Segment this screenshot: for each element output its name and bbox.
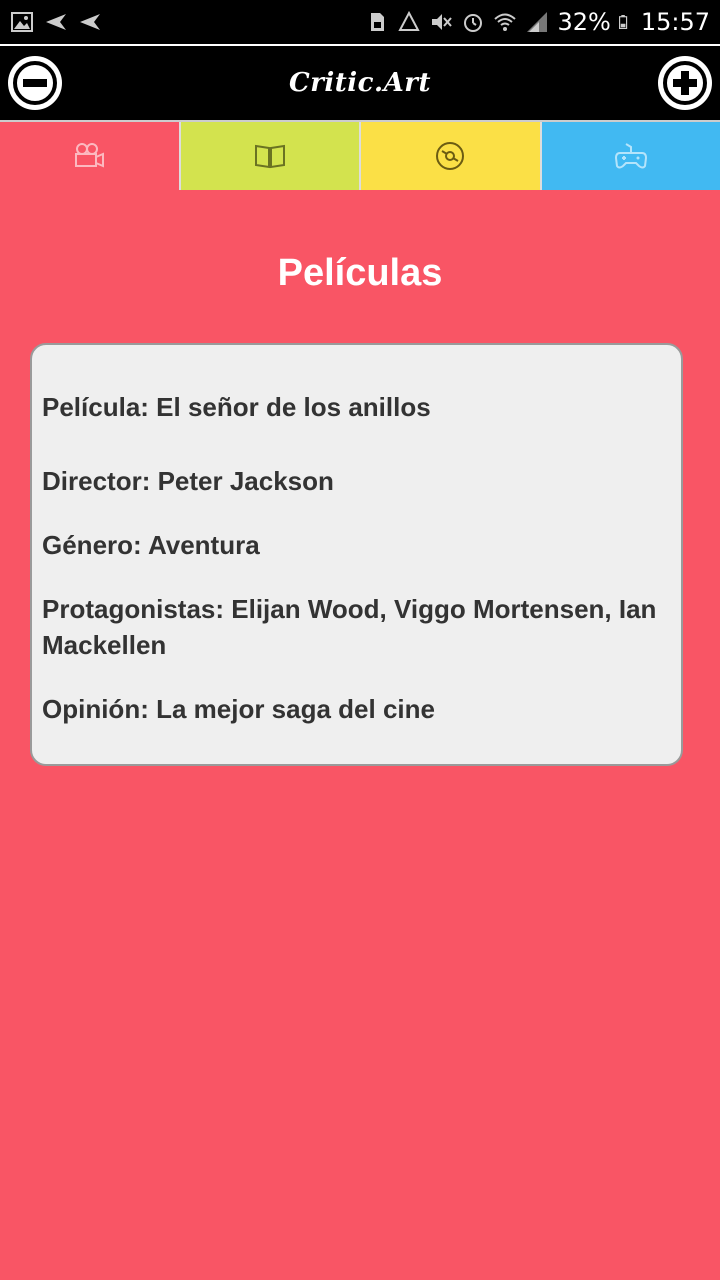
mute-icon <box>432 14 453 30</box>
recycle-icon <box>398 10 421 31</box>
status-right: 32% 15:57 <box>365 8 710 36</box>
plus-circle-icon <box>662 61 707 105</box>
remove-button[interactable] <box>8 56 62 110</box>
tab-music[interactable] <box>361 122 542 190</box>
review-card: Película: El señor de los anillos Direct… <box>30 343 683 766</box>
tab-games[interactable] <box>541 122 720 190</box>
wifi-icon <box>494 13 517 31</box>
signal-icon <box>527 12 548 32</box>
movie-camera-icon <box>75 143 105 168</box>
add-button[interactable] <box>657 56 712 110</box>
clock: 15:57 <box>640 8 710 36</box>
section-title: Películas <box>277 252 443 294</box>
genre: Género: Aventura <box>42 530 260 560</box>
tab-books[interactable] <box>180 122 361 190</box>
send-notification-icon-2 <box>80 14 100 30</box>
book-icon <box>254 144 285 169</box>
status-bar: 32% 15:57 <box>0 0 720 44</box>
battery-icon <box>618 15 627 30</box>
gamepad-icon <box>614 143 647 169</box>
app-title: Critic.Art <box>289 68 431 98</box>
opinion: Opinión: La mejor saga del cine <box>42 694 435 724</box>
tab-movies[interactable] <box>0 122 181 190</box>
disc-icon <box>436 142 465 170</box>
minus-circle-icon <box>13 61 57 105</box>
category-tabs <box>0 120 720 190</box>
image-notification-icon <box>11 12 33 32</box>
battery-percent: 32% <box>557 8 611 36</box>
cast: Protagonistas: Elijan Wood, Viggo Morten… <box>42 594 657 660</box>
alarm-icon <box>464 14 483 32</box>
director: Director: Peter Jackson <box>42 466 334 496</box>
status-left <box>10 10 102 34</box>
send-notification-icon <box>46 14 66 30</box>
sim-icon <box>371 13 385 31</box>
app-toolbar: Critic.Art <box>0 44 720 120</box>
movie-name: Película: El señor de los anillos <box>42 392 431 422</box>
